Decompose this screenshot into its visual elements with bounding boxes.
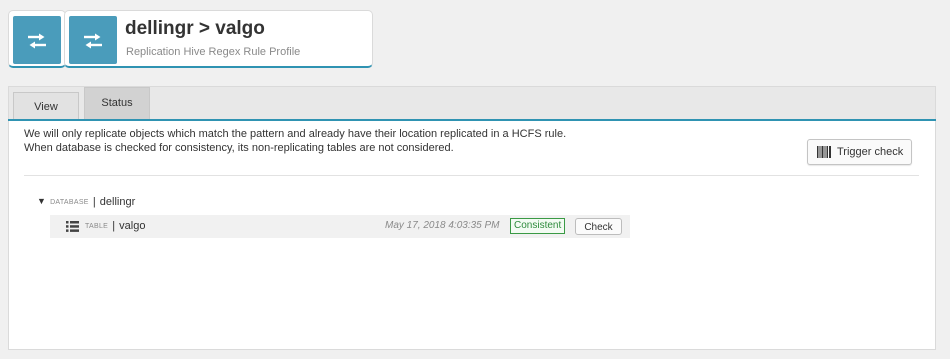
replication-arrows-icon <box>84 33 102 49</box>
table-list-icon <box>66 221 79 232</box>
divider <box>24 175 919 176</box>
info-line-1: We will only replicate objects which mat… <box>24 128 567 140</box>
page-subtitle: Replication Hive Regex Rule Profile <box>126 46 301 58</box>
profile-icon-card <box>8 10 66 68</box>
separator: | <box>112 220 116 232</box>
replication-arrows-icon <box>28 33 46 49</box>
tab-bar: View Status <box>8 86 936 120</box>
info-text: We will only replicate objects which mat… <box>24 127 566 155</box>
replication-tile <box>13 16 61 64</box>
status-badge: Consistent <box>510 218 566 234</box>
trigger-check-button[interactable]: Trigger check <box>807 139 912 165</box>
info-line-2: When database is checked for consistency… <box>24 142 454 154</box>
check-button[interactable]: Check <box>575 218 622 235</box>
table-type-label: TABLE <box>85 223 109 230</box>
check-timestamp: May 17, 2018 4:03:35 PM <box>385 220 500 231</box>
table-label: TABLE | valgo <box>85 220 145 232</box>
trigger-check-label: Trigger check <box>837 146 904 158</box>
status-panel: We will only replicate objects which mat… <box>8 121 936 350</box>
database-name: dellingr <box>99 196 136 208</box>
table-name: valgo <box>119 220 146 232</box>
database-type-label: DATABASE <box>50 199 89 206</box>
table-row: TABLE | valgo May 17, 2018 4:03:35 PM Co… <box>50 215 630 238</box>
separator: | <box>92 196 96 208</box>
chevron-down-icon[interactable]: ▼ <box>37 196 47 206</box>
profile-header-card: dellingr > valgo Replication Hive Regex … <box>64 10 373 68</box>
tab-view[interactable]: View <box>13 92 79 120</box>
tab-status[interactable]: Status <box>84 87 150 120</box>
replication-tile <box>69 16 117 64</box>
barcode-icon <box>817 146 831 158</box>
page-title: dellingr > valgo <box>125 18 265 39</box>
database-node: ▼ DATABASE | dellingr <box>37 196 135 208</box>
